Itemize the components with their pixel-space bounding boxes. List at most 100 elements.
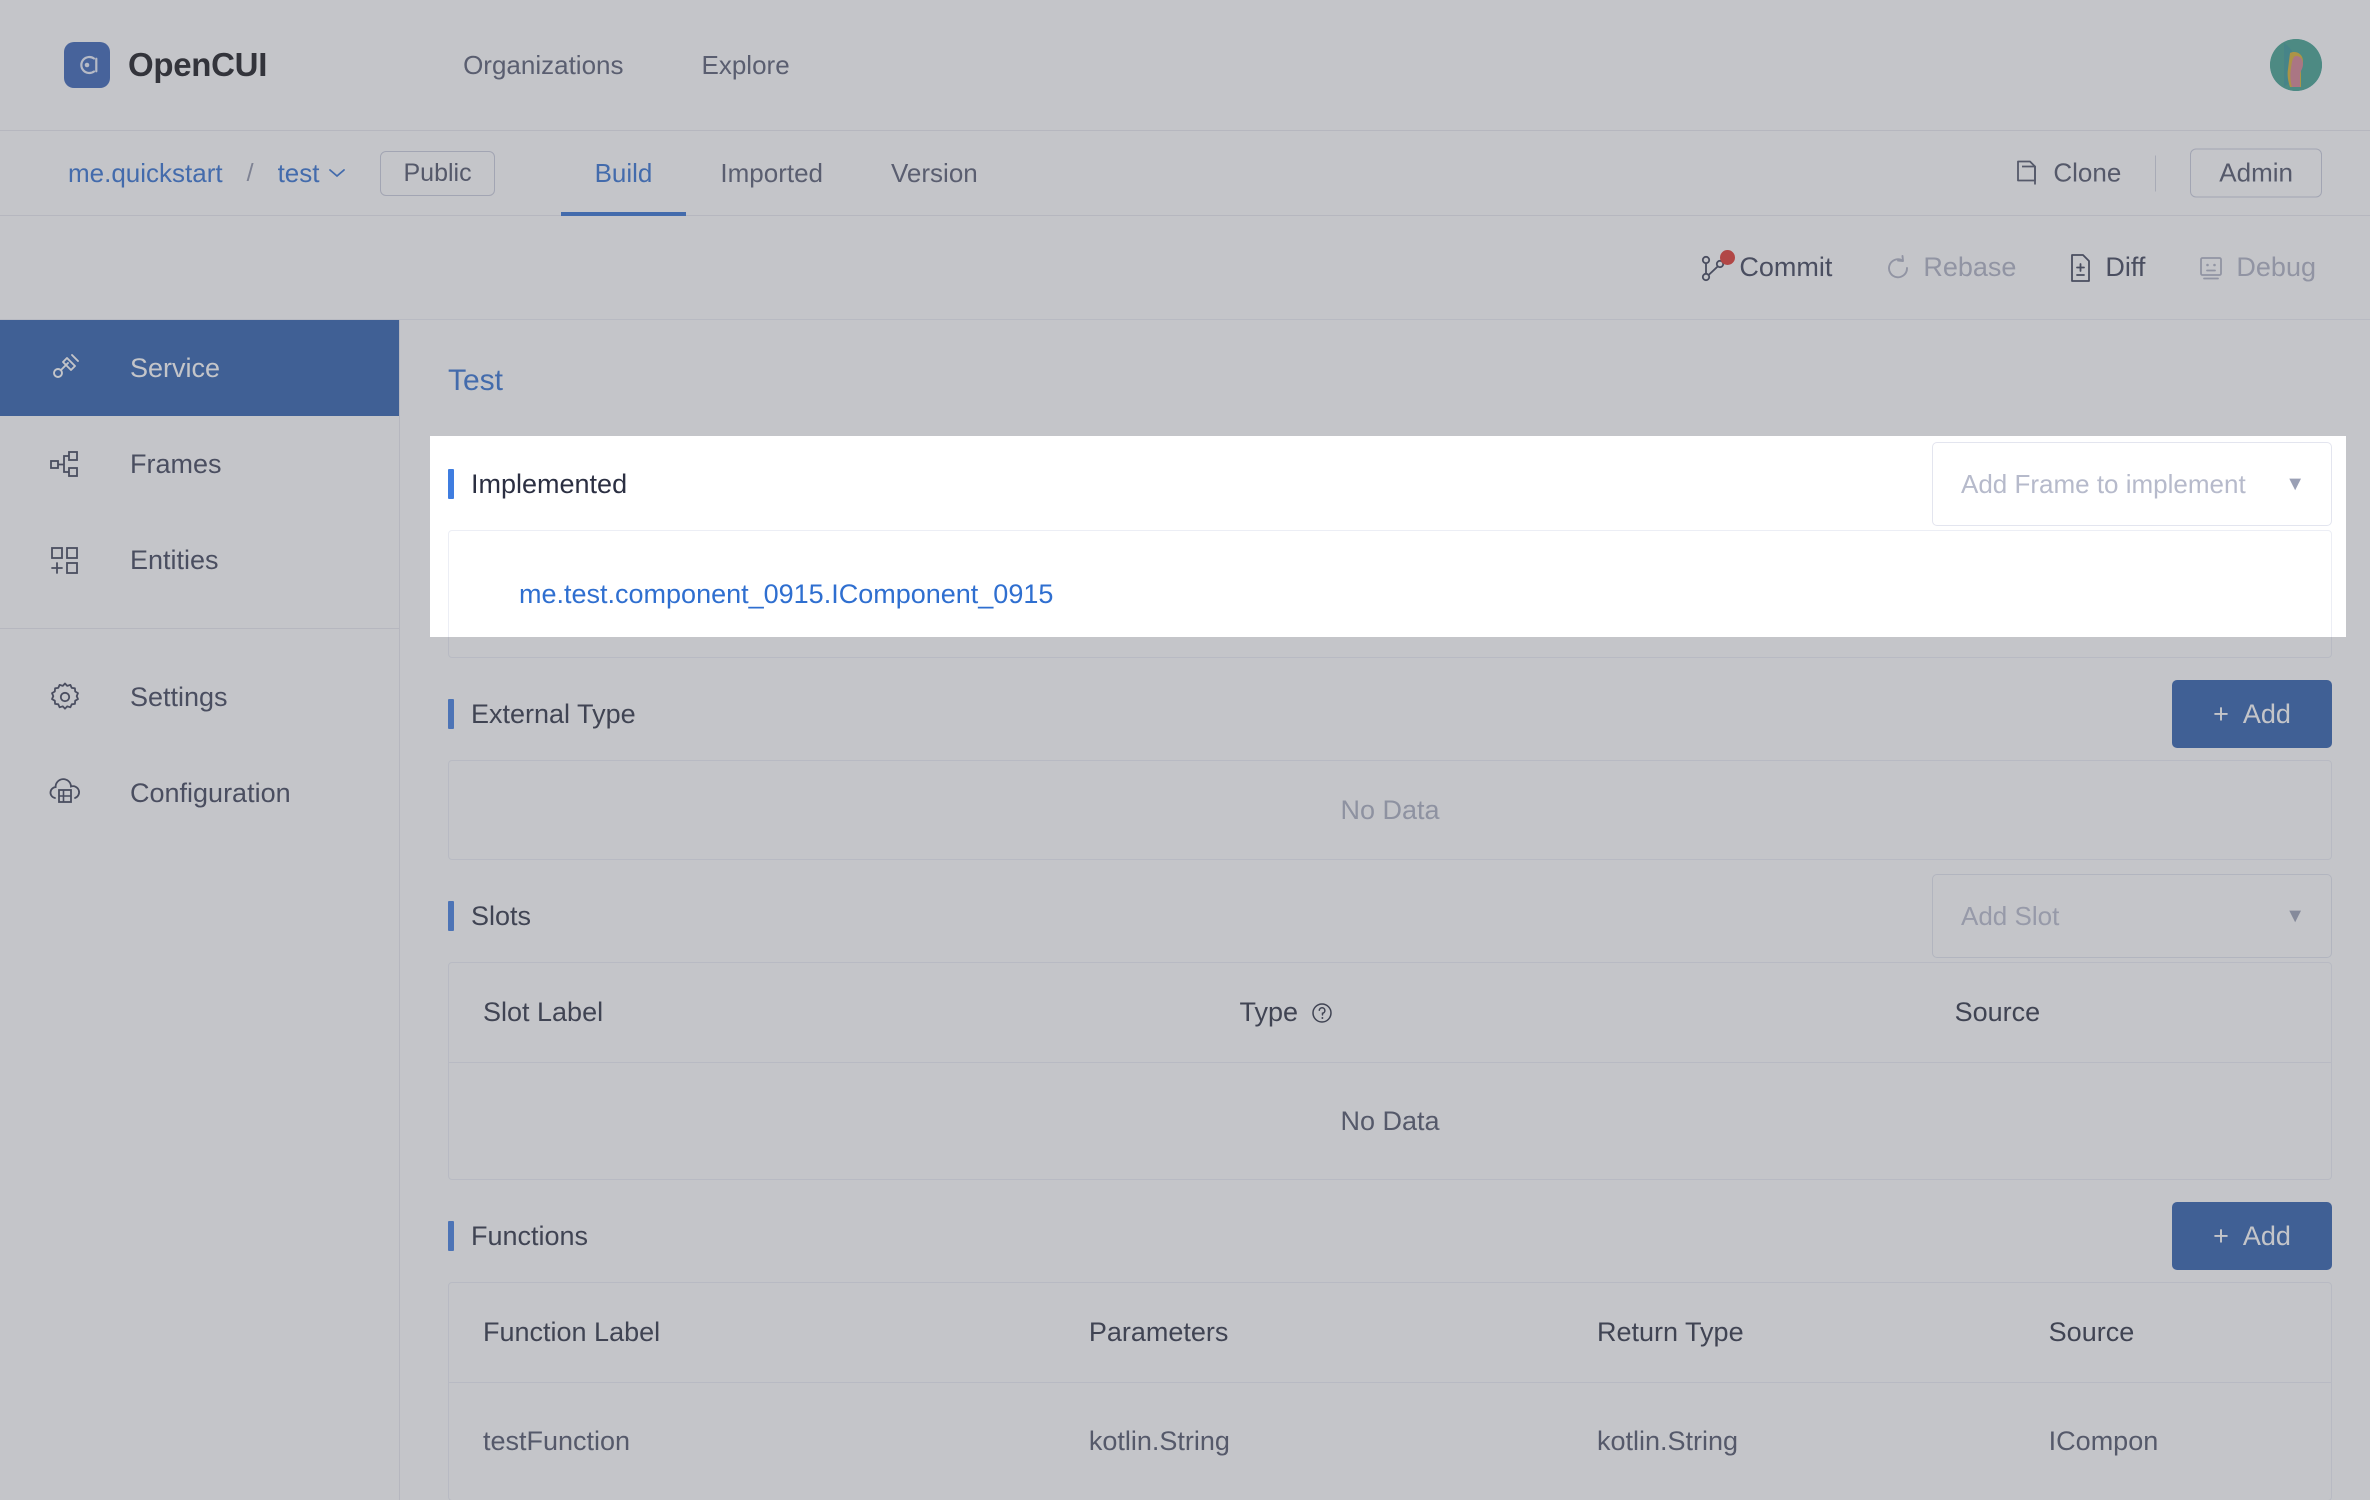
diff-label: Diff xyxy=(2105,252,2146,282)
chevron-down-icon: ▼ xyxy=(2285,472,2305,495)
slots-panel: Slot Label Type Source No Data xyxy=(448,962,2332,1181)
repo-actions: Clone Admin xyxy=(2015,148,2322,198)
slots-empty-row: No Data xyxy=(449,1063,2331,1180)
implemented-header: Implemented Add Frame to implement ▼ xyxy=(448,438,2332,530)
sidebar-item-frames[interactable]: Frames xyxy=(0,416,399,512)
sidebar-item-entities[interactable]: Entities xyxy=(0,512,399,608)
add-frame-placeholder: Add Frame to implement xyxy=(1961,468,2246,499)
functions-add-button[interactable]: + Add xyxy=(2172,1202,2332,1271)
functions-header: Functions + Add xyxy=(448,1190,2332,1282)
implemented-frame-link[interactable]: me.test.component_0915.IComponent_0915 xyxy=(519,579,1053,610)
commit-button[interactable]: Commit xyxy=(1700,250,1833,283)
diff-button[interactable]: Diff xyxy=(2068,252,2145,283)
section-accent-bar xyxy=(448,469,454,499)
divider xyxy=(2155,155,2157,191)
slots-table: Slot Label Type Source No Data xyxy=(449,963,2331,1179)
nav-link-explore[interactable]: Explore xyxy=(702,50,790,81)
sidebar: Service Frames Entities Settings Configu… xyxy=(0,320,400,1500)
functions-col-return-type: Return Type xyxy=(1597,1283,2049,1384)
functions-panel: Function Label Parameters Return Type So… xyxy=(448,1282,2332,1500)
section-slots: Slots Add Slot ▼ Slot Label Type Source … xyxy=(448,870,2332,1181)
brand[interactable]: OpenCUI xyxy=(64,42,267,88)
function-source-cell: ICompon xyxy=(2048,1426,2159,1457)
section-implemented: Implemented Add Frame to implement ▼ me.… xyxy=(448,438,2332,658)
node-hierarchy-icon xyxy=(46,447,84,481)
question-circle-icon[interactable] xyxy=(1310,1001,1334,1025)
table-row[interactable]: testFunction kotlin.String kotlin.String… xyxy=(449,1383,2331,1500)
add-slot-placeholder: Add Slot xyxy=(1961,900,2060,931)
breadcrumb-owner[interactable]: me.quickstart xyxy=(68,158,223,189)
slots-header: Slots Add Slot ▼ xyxy=(448,870,2332,962)
function-return-type-cell: kotlin.String xyxy=(1597,1426,1739,1457)
grid-plus-icon xyxy=(46,543,84,577)
sidebar-item-service[interactable]: Service xyxy=(0,320,399,416)
page-body: Service Frames Entities Settings Configu… xyxy=(0,320,2370,1500)
slots-title-group: Slots xyxy=(448,901,531,932)
functions-add-label: Add xyxy=(2242,1220,2291,1251)
user-avatar[interactable] xyxy=(2270,39,2322,91)
refresh-icon xyxy=(1888,254,1909,278)
slots-col-type-label: Type xyxy=(1239,997,1298,1027)
sidebar-item-settings[interactable]: Settings xyxy=(0,649,399,745)
slots-header-row: Slot Label Type Source xyxy=(449,963,2331,1063)
function-label-cell: testFunction xyxy=(483,1426,631,1457)
slots-title: Slots xyxy=(471,900,532,931)
brand-name: OpenCUI xyxy=(128,46,268,83)
section-functions: Functions + Add Function Label Parameter… xyxy=(448,1190,2332,1500)
functions-table-body: testFunction kotlin.String kotlin.String… xyxy=(449,1383,2331,1500)
tab-imported[interactable]: Imported xyxy=(686,131,857,216)
plug-connector-icon xyxy=(46,351,84,385)
file-diff-icon xyxy=(2071,253,2091,282)
sidebar-label-entities: Entities xyxy=(130,544,219,575)
functions-col-function-label: Function Label xyxy=(449,1283,1089,1384)
rebase-button[interactable]: Rebase xyxy=(1884,252,2016,283)
admin-button[interactable]: Admin xyxy=(2190,148,2322,198)
debug-button[interactable]: Debug xyxy=(2197,252,2316,283)
breadcrumb-project-label: test xyxy=(277,157,320,188)
add-frame-to-implement-select[interactable]: Add Frame to implement ▼ xyxy=(1932,442,2332,526)
function-parameters-cell: kotlin.String xyxy=(1088,1426,1230,1457)
sidebar-item-configuration[interactable]: Configuration xyxy=(0,745,399,841)
commit-unsaved-badge xyxy=(1720,250,1736,265)
implemented-list-item[interactable]: me.test.component_0915.IComponent_0915 xyxy=(449,531,2331,657)
plus-icon: + xyxy=(2213,698,2229,729)
external-type-add-button[interactable]: + Add xyxy=(2172,680,2332,748)
functions-header-row: Function Label Parameters Return Type So… xyxy=(449,1283,2331,1384)
add-slot-select[interactable]: Add Slot ▼ xyxy=(1932,874,2332,958)
section-accent-bar xyxy=(448,901,454,931)
section-external-type: External Type + Add No Data xyxy=(448,668,2332,860)
nav-link-organizations[interactable]: Organizations xyxy=(463,50,623,81)
tab-build[interactable]: Build xyxy=(560,131,687,216)
functions-table: Function Label Parameters Return Type So… xyxy=(449,1283,2331,1499)
sidebar-label-settings: Settings xyxy=(130,681,228,712)
sidebar-label-frames: Frames xyxy=(130,448,222,479)
tab-version[interactable]: Version xyxy=(857,131,1012,216)
commit-label: Commit xyxy=(1739,252,1833,282)
implemented-title: Implemented xyxy=(471,468,628,499)
plus-icon: + xyxy=(2213,1220,2229,1251)
main-content: Test Implemented Add Frame to implement … xyxy=(400,320,2370,1500)
slots-table-head: Slot Label Type Source xyxy=(449,963,2331,1063)
slots-col-type: Type xyxy=(1239,963,1955,1063)
breadcrumb-project[interactable]: test xyxy=(278,158,347,189)
chevron-down-icon: ▼ xyxy=(2285,904,2305,927)
external-type-title-group: External Type xyxy=(448,699,636,730)
external-type-add-label: Add xyxy=(2242,698,2291,729)
page-title: Test xyxy=(448,364,504,397)
external-type-title: External Type xyxy=(471,698,636,729)
sidebar-label-configuration: Configuration xyxy=(130,777,291,808)
chevron-down-icon xyxy=(329,169,346,178)
slots-col-slot-label: Slot Label xyxy=(449,963,1240,1063)
gear-icon xyxy=(46,680,84,714)
repository-bar: me.quickstart / test Public Build Import… xyxy=(0,131,2370,216)
rebase-label: Rebase xyxy=(1923,252,2017,282)
sidebar-label-service: Service xyxy=(130,352,221,383)
clone-button[interactable]: Clone xyxy=(2015,158,2121,189)
external-type-empty-text: No Data xyxy=(1340,794,1440,825)
debug-label: Debug xyxy=(2236,252,2316,282)
top-nav-links: Organizations Explore xyxy=(463,50,790,81)
functions-col-source: Source xyxy=(2048,1283,2331,1384)
section-accent-bar xyxy=(448,699,454,729)
implemented-panel: me.test.component_0915.IComponent_0915 xyxy=(448,530,2332,658)
implemented-title-group: Implemented xyxy=(448,469,627,500)
